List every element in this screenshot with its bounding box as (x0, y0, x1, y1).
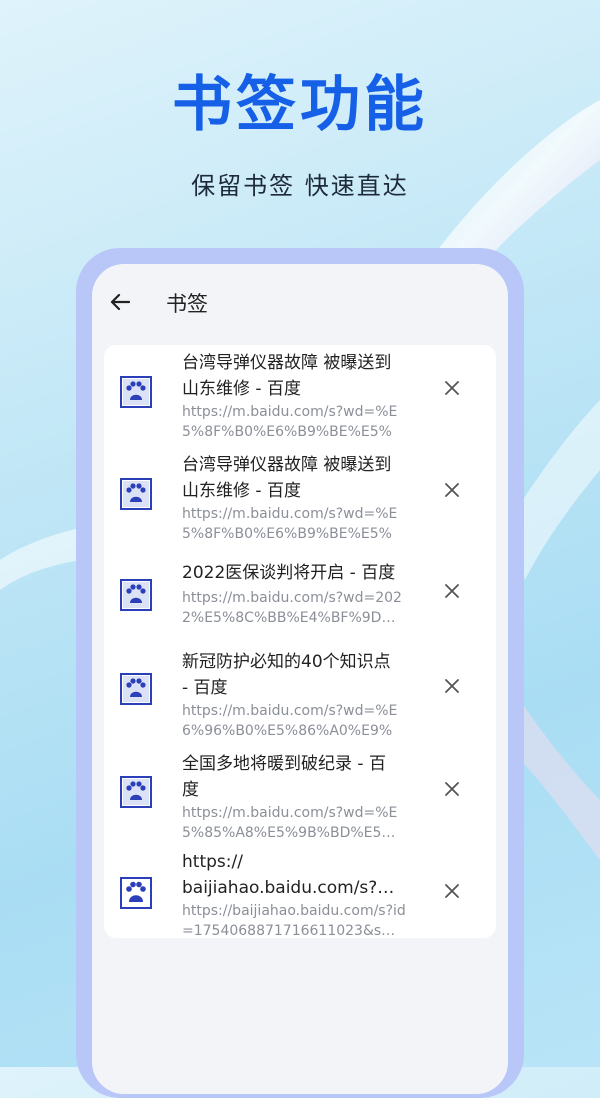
bookmark-item[interactable]: 2022医保谈判将开启 - 百度 https://m.baidu.com/s?w… (104, 551, 496, 643)
baidu-paw-icon (120, 579, 152, 611)
delete-bookmark-button[interactable] (440, 478, 464, 502)
bookmark-title: 台湾导弹仪器故障 被曝送到 山东维修 - 百度 (182, 455, 392, 501)
baidu-paw-icon (120, 478, 152, 510)
bookmark-title: https:// baijiahao.baidu.com/s?… (182, 852, 395, 898)
bookmark-item[interactable]: 新冠防护必知的40个知识点 - 百度 https://m.baidu.com/s… (104, 643, 496, 747)
hero-title: 书签功能 (172, 70, 428, 140)
phone-screen: 书签 台湾导弹仪器故障 被曝送到 山东维修 - 百度 https://m.bai… (92, 264, 508, 1094)
bookmark-url: https://baijiahao.baidu.com/s?id=1754068… (182, 903, 406, 939)
bookmark-url: https://m.baidu.com/s?wd=%E5%8F%B0%E6%B9… (182, 404, 398, 440)
page-title: 书签 (166, 292, 208, 316)
close-icon (445, 679, 459, 693)
bookmark-url: https://m.baidu.com/s?wd=%E6%96%B0%E5%86… (182, 703, 398, 739)
bookmark-title: 2022医保谈判将开启 - 百度 (182, 563, 396, 583)
close-icon (445, 483, 459, 497)
bookmark-item[interactable]: 全国多地将暖到破纪录 - 百 度 https://m.baidu.com/s?w… (104, 747, 496, 847)
baidu-paw-icon (120, 376, 152, 408)
bookmark-url: https://m.baidu.com/s?wd=2022%E5%8C%BB%E… (182, 590, 402, 626)
bookmark-item[interactable]: 台湾导弹仪器故障 被曝送到 山东维修 - 百度 https://m.baidu.… (104, 449, 496, 551)
hero-subtitle: 保留书签 快速直达 (191, 172, 409, 200)
close-icon (445, 884, 459, 898)
close-icon (445, 381, 459, 395)
baidu-paw-icon (120, 673, 152, 705)
arrow-left-icon (110, 293, 131, 311)
close-icon (445, 782, 459, 796)
delete-bookmark-button[interactable] (440, 879, 464, 903)
bookmark-title: 全国多地将暖到破纪录 - 百 度 (182, 754, 386, 800)
close-icon (445, 584, 459, 598)
bookmark-item[interactable]: https:// baijiahao.baidu.com/s?… https:/… (104, 847, 496, 939)
app-bar: 书签 (92, 264, 508, 340)
bookmark-title: 台湾导弹仪器故障 被曝送到 山东维修 - 百度 (182, 353, 392, 399)
delete-bookmark-button[interactable] (440, 579, 464, 603)
bookmark-url: https://m.baidu.com/s?wd=%E5%85%A8%E5%9B… (182, 805, 398, 841)
delete-bookmark-button[interactable] (440, 777, 464, 801)
bookmark-title: 新冠防护必知的40个知识点 - 百度 (182, 652, 391, 698)
bookmark-list: 台湾导弹仪器故障 被曝送到 山东维修 - 百度 https://m.baidu.… (104, 345, 496, 939)
baidu-paw-icon (120, 776, 152, 808)
delete-bookmark-button[interactable] (440, 376, 464, 400)
bookmark-item[interactable]: 台湾导弹仪器故障 被曝送到 山东维修 - 百度 https://m.baidu.… (104, 345, 496, 449)
delete-bookmark-button[interactable] (440, 674, 464, 698)
baidu-paw-icon (120, 877, 152, 909)
back-button[interactable] (106, 288, 134, 316)
bookmark-url: https://m.baidu.com/s?wd=%E5%8F%B0%E6%B9… (182, 506, 398, 542)
